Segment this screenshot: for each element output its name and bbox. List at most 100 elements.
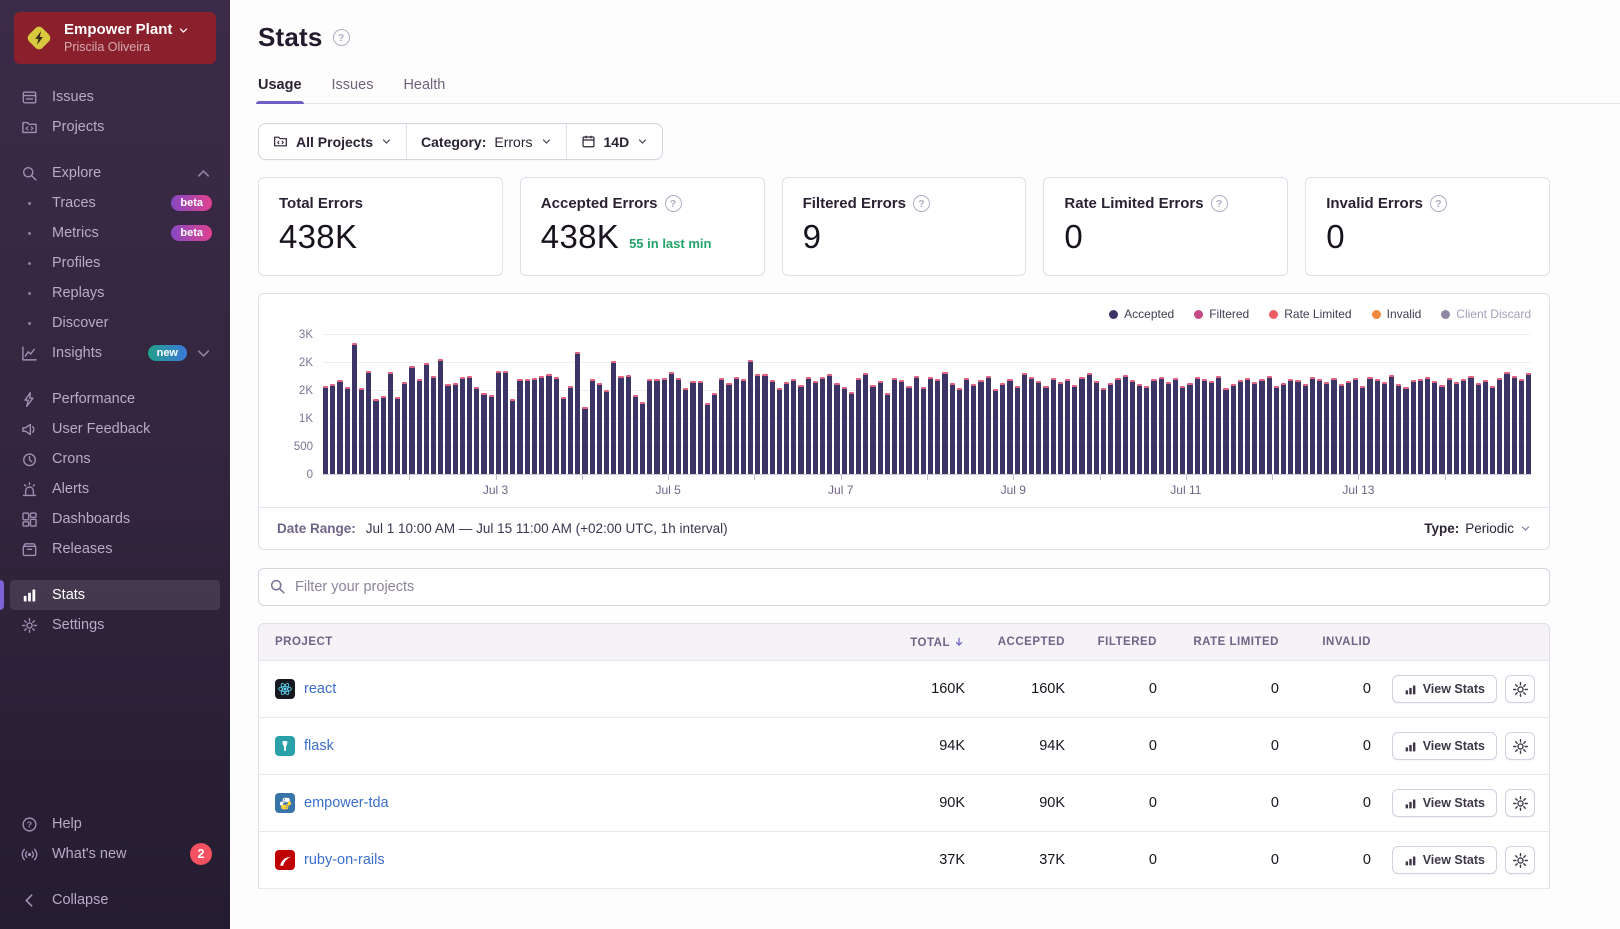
view-stats-label: View Stats: [1422, 739, 1485, 753]
clock-icon: [18, 451, 40, 468]
project-link[interactable]: ruby-on-rails: [304, 852, 385, 868]
chart-bar: [1122, 375, 1128, 474]
x-axis-tick: [754, 475, 756, 480]
siren-icon: [18, 481, 40, 498]
legend-dot: [1441, 309, 1451, 319]
chevron-left-icon: [18, 892, 40, 909]
category-filter-dropdown[interactable]: Category: Errors: [406, 124, 565, 159]
tab-issues[interactable]: Issues: [332, 77, 374, 103]
column-header-invalid[interactable]: INVALID: [1287, 636, 1379, 648]
sidebar-item-profiles[interactable]: Profiles: [10, 248, 220, 278]
column-header-filtered[interactable]: FILTERED: [1073, 636, 1165, 648]
view-stats-button[interactable]: View Stats: [1391, 789, 1497, 817]
type-label: Type:: [1424, 521, 1460, 536]
project-settings-button[interactable]: [1505, 846, 1535, 874]
sidebar-item-replays[interactable]: Replays: [10, 278, 220, 308]
stat-card-rate-limited-errors: Rate Limited Errors? 0: [1043, 177, 1289, 276]
legend-item-filtered[interactable]: Filtered: [1194, 307, 1249, 321]
help-icon[interactable]: ?: [664, 195, 682, 212]
chart-bar: [675, 377, 682, 474]
sidebar-item-stats[interactable]: Stats: [0, 580, 220, 611]
view-stats-button[interactable]: View Stats: [1391, 732, 1497, 760]
calendar-icon: [581, 134, 596, 149]
chart-bar: [1461, 379, 1467, 474]
help-icon[interactable]: ?: [1210, 195, 1228, 212]
sidebar-item-metrics[interactable]: Metrics beta: [10, 218, 220, 248]
stat-card-value: 438K: [279, 218, 358, 255]
collapse-button[interactable]: Collapse: [10, 885, 220, 915]
type-dropdown[interactable]: Type: Periodic: [1424, 521, 1531, 536]
chart-bar: [337, 380, 343, 474]
chart-bar: [1208, 380, 1215, 474]
column-header-rate-limited[interactable]: RATE LIMITED: [1165, 636, 1287, 648]
sidebar-item-insights[interactable]: Insights new: [10, 338, 220, 368]
sidebar-item-label: Explore: [52, 165, 102, 182]
sidebar-item-discover[interactable]: Discover: [10, 308, 220, 338]
chart-bar: [1504, 371, 1510, 474]
sidebar-item-settings[interactable]: Settings: [10, 610, 220, 640]
sidebar-item-what-s-new[interactable]: What's new 2: [10, 839, 220, 869]
project-link[interactable]: flask: [304, 738, 334, 754]
org-switcher[interactable]: Empower Plant Priscila Oliveira: [14, 12, 216, 65]
project-filter-dropdown[interactable]: All Projects: [259, 124, 406, 159]
help-icon[interactable]: ?: [1429, 195, 1447, 212]
sidebar-item-crons[interactable]: Crons: [10, 444, 220, 474]
sidebar-item-traces[interactable]: Traces beta: [10, 188, 220, 218]
tab-health[interactable]: Health: [403, 77, 445, 103]
chart-bar: [733, 376, 739, 474]
sidebar-item-dashboards[interactable]: Dashboards: [10, 504, 220, 534]
column-header-accepted[interactable]: ACCEPTED: [973, 636, 1073, 648]
help-icon[interactable]: ?: [912, 195, 930, 212]
project-settings-button[interactable]: [1505, 732, 1535, 760]
chart-bar: [1374, 379, 1380, 474]
tab-usage[interactable]: Usage: [256, 77, 304, 104]
total-cell: 90K: [939, 795, 965, 811]
column-header-total[interactable]: TOTAL: [868, 636, 973, 649]
chart-bar: [1381, 382, 1388, 474]
sidebar-item-releases[interactable]: Releases: [10, 534, 220, 564]
project-settings-button[interactable]: [1505, 675, 1535, 703]
view-stats-label: View Stats: [1422, 853, 1485, 867]
sidebar-item-performance[interactable]: Performance: [10, 384, 220, 414]
legend-item-client-discard[interactable]: Client Discard: [1441, 307, 1531, 321]
legend-item-rate-limited[interactable]: Rate Limited: [1269, 307, 1352, 321]
total-cell: 94K: [939, 738, 965, 754]
search-input[interactable]: [258, 568, 1550, 606]
chart-bar: [1259, 379, 1265, 474]
chart-bar: [719, 378, 725, 474]
sidebar-item-label: Profiles: [52, 255, 101, 272]
project-link[interactable]: react: [304, 681, 336, 697]
project-link[interactable]: empower-tda: [304, 795, 389, 811]
sidebar-item-projects[interactable]: Projects: [10, 112, 220, 142]
chart-bar: [1410, 380, 1416, 474]
x-tick-label: Jul 5: [655, 483, 681, 497]
chart-bar: [985, 375, 991, 474]
date-range-dropdown[interactable]: 14D: [565, 124, 663, 159]
project-cell: ruby-on-rails: [259, 850, 868, 870]
x-tick-label: Jul 11: [1170, 483, 1202, 497]
view-stats-button[interactable]: View Stats: [1391, 846, 1497, 874]
column-header-project[interactable]: PROJECT: [259, 636, 868, 648]
sidebar-item-alerts[interactable]: Alerts: [10, 474, 220, 504]
accepted-cell: 94K: [1039, 738, 1065, 754]
project-settings-button[interactable]: [1505, 789, 1535, 817]
chart-bar: [755, 373, 761, 474]
legend-item-accepted[interactable]: Accepted: [1109, 307, 1174, 321]
page-help-icon[interactable]: ?: [332, 29, 350, 46]
sidebar-item-help[interactable]: ? Help: [10, 809, 220, 839]
chart-bar: [1187, 383, 1193, 474]
actions-cell: View Stats: [1379, 732, 1549, 760]
sidebar-item-issues[interactable]: Issues: [10, 82, 220, 112]
legend-item-invalid[interactable]: Invalid: [1371, 307, 1421, 321]
sidebar-item-explore[interactable]: Explore: [10, 158, 220, 188]
sidebar-item-user-feedback[interactable]: User Feedback: [10, 414, 220, 444]
chart-bar: [459, 376, 466, 474]
chart-bar: [1165, 381, 1171, 474]
x-axis-tick: [927, 475, 928, 480]
view-stats-button[interactable]: View Stats: [1391, 675, 1497, 703]
chart-bar: [380, 396, 386, 474]
chart-bar: [1439, 385, 1445, 474]
chart-bar: [1367, 377, 1373, 474]
project-cell: flask: [259, 736, 868, 756]
sidebar-item-label: Crons: [52, 451, 91, 468]
